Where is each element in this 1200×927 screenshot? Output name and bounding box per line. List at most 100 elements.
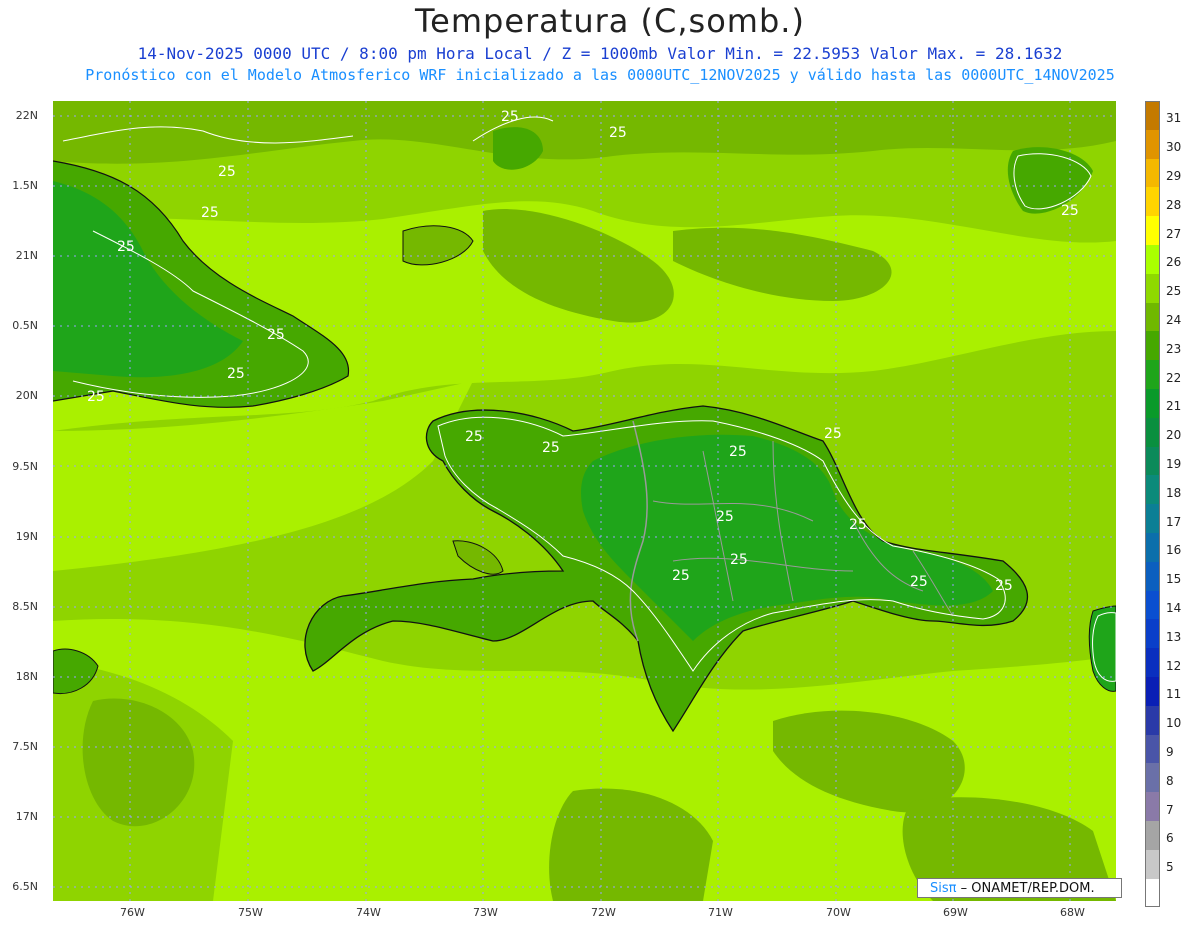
colorbar-label: 26 xyxy=(1166,255,1182,270)
colorbar-label: 10 xyxy=(1166,716,1182,731)
colorbar-swatch xyxy=(1145,821,1160,850)
contour-label: 25 xyxy=(910,574,928,590)
colorbar-label: 17 xyxy=(1166,514,1182,529)
contour-label: 25 xyxy=(716,509,734,525)
colorbar-label: 16 xyxy=(1166,543,1182,558)
contour-label: 25 xyxy=(465,429,483,445)
colorbar-label: 12 xyxy=(1166,658,1182,673)
lon-label: 74W xyxy=(356,906,381,919)
colorbar-swatch xyxy=(1145,648,1160,677)
chart-title: Temperatura (C,somb.) xyxy=(415,2,805,40)
lat-label: 18N xyxy=(15,670,38,683)
colorbar-swatch xyxy=(1145,331,1160,361)
contour-label: 25 xyxy=(117,239,135,255)
colorbar-label: 5 xyxy=(1166,860,1174,875)
colorbar-label: 24 xyxy=(1166,313,1182,327)
contour-label: 25 xyxy=(218,164,236,180)
colorbar-label: 31 xyxy=(1166,111,1182,126)
colorbar-swatch xyxy=(1145,590,1160,620)
contour-label: 25 xyxy=(730,552,748,568)
contour-label: 25 xyxy=(267,327,285,343)
colorbar-label: 7 xyxy=(1166,802,1174,817)
colorbar-swatch xyxy=(1145,129,1160,159)
colorbar-label: 30 xyxy=(1166,140,1182,155)
colorbar-label: 15 xyxy=(1166,572,1182,587)
lat-label: 8.5N xyxy=(12,600,38,613)
lon-label: 71W xyxy=(708,906,733,919)
colorbar-swatch xyxy=(1145,389,1160,418)
contour-label: 25 xyxy=(501,109,519,125)
colorbar-swatch xyxy=(1145,849,1160,879)
subtitle-model-info: Pronóstico con el Modelo Atmosferico WRF… xyxy=(85,66,1115,84)
colorbar-swatch xyxy=(1145,273,1160,303)
lon-label: 72W xyxy=(591,906,616,919)
lon-label: 76W xyxy=(120,906,145,919)
colorbar-swatch xyxy=(1145,302,1160,332)
colorbar-swatch xyxy=(1145,187,1160,217)
colorbar-label: 11 xyxy=(1166,687,1182,702)
colorbar-swatch xyxy=(1145,158,1160,188)
colorbar-swatch xyxy=(1145,446,1160,476)
lon-label: 75W xyxy=(238,906,263,919)
lat-label: 17N xyxy=(15,810,38,823)
contour-label: 25 xyxy=(201,205,219,221)
lon-label: 73W xyxy=(473,906,498,919)
colorbar-swatch xyxy=(1145,734,1160,764)
lat-label: 0.5N xyxy=(12,319,38,332)
temperature-map: 25 25 25 25 25 25 25 25 25 25 25 25 25 2… xyxy=(53,101,1116,901)
lon-label: 69W xyxy=(943,906,968,919)
colorbar-swatch xyxy=(1145,677,1160,706)
contour-label: 25 xyxy=(824,426,842,442)
colorbar-swatch xyxy=(1145,245,1160,274)
contour-label: 25 xyxy=(542,440,560,456)
colorbar-swatch xyxy=(1145,705,1160,735)
lat-label: 9.5N xyxy=(12,460,38,473)
lat-label: 20N xyxy=(15,389,38,402)
lat-label: 21N xyxy=(15,249,38,262)
contour-label: 25 xyxy=(87,389,105,405)
subtitle-valid-time: 14-Nov-2025 0000 UTC / 8:00 pm Hora Loca… xyxy=(137,44,1063,63)
colorbar-label: 21 xyxy=(1166,399,1182,414)
contour-label: 25 xyxy=(227,366,245,382)
lat-label: 19N xyxy=(15,530,38,543)
colorbar-label: 22 xyxy=(1166,370,1182,385)
colorbar-swatch xyxy=(1145,619,1160,649)
map-svg: 25 25 25 25 25 25 25 25 25 25 25 25 25 2… xyxy=(53,101,1116,901)
colorbar-label: 18 xyxy=(1166,485,1182,500)
credit-text: – ONAMET/REP.DOM. xyxy=(960,881,1095,896)
colorbar-swatch xyxy=(1145,360,1160,389)
colorbar-swatch xyxy=(1145,101,1160,130)
colorbar-label: 8 xyxy=(1166,773,1174,788)
colorbar-swatch xyxy=(1145,475,1160,505)
colorbar-label: 19 xyxy=(1166,457,1182,471)
colorbar-label: 14 xyxy=(1166,601,1182,615)
lon-label: 70W xyxy=(826,906,851,919)
colorbar-label: 25 xyxy=(1166,284,1182,299)
colorbar-swatch xyxy=(1145,533,1160,562)
colorbar-label: 9 xyxy=(1166,745,1174,759)
colorbar-swatch xyxy=(1145,504,1160,533)
lon-label: 68W xyxy=(1060,906,1085,919)
contour-label: 25 xyxy=(609,125,627,141)
colorbar-swatch xyxy=(1145,763,1160,793)
colorbar-label: 13 xyxy=(1166,629,1182,644)
contour-label: 25 xyxy=(849,517,867,533)
colorbar-label: 23 xyxy=(1166,341,1182,356)
credit-brand: Sisπ xyxy=(930,881,957,896)
lat-label: 7.5N xyxy=(12,740,38,753)
lat-label: 1.5N xyxy=(12,179,38,192)
contour-label: 25 xyxy=(729,444,747,460)
contour-label: 25 xyxy=(1061,203,1079,219)
colorbar-label: 28 xyxy=(1166,197,1182,212)
colorbar-swatch xyxy=(1145,417,1160,447)
colorbar-swatch xyxy=(1145,792,1160,821)
colorbar-swatch xyxy=(1145,878,1160,908)
lat-label: 6.5N xyxy=(12,880,38,893)
colorbar-label: 29 xyxy=(1166,169,1182,183)
contour-label: 25 xyxy=(995,578,1013,594)
lat-label: 22N xyxy=(15,109,38,122)
colorbar-label: 20 xyxy=(1166,428,1182,443)
colorbar-swatch xyxy=(1145,561,1160,591)
colorbar-label: 27 xyxy=(1166,226,1182,241)
colorbar-swatch xyxy=(1145,216,1160,245)
